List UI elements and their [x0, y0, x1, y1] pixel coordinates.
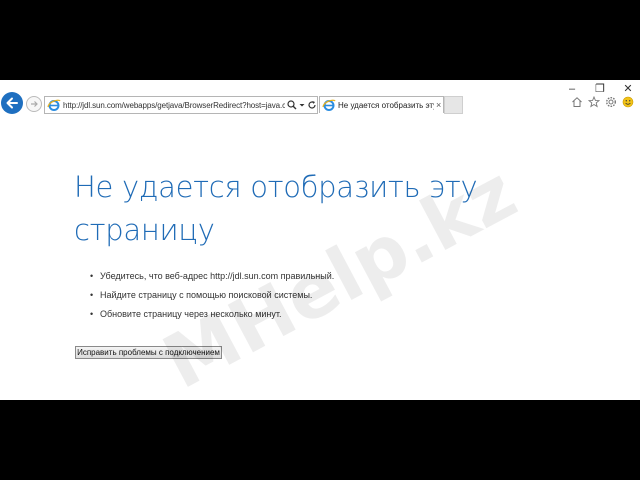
url-text: http://jdl.sun.com/webapps/getjava/Brows…	[63, 100, 285, 110]
new-tab-button[interactable]	[444, 96, 463, 114]
suggestion-item: Убедитесь, что веб-адрес http://jdl.sun.…	[90, 270, 334, 289]
minimize-button[interactable]: –	[566, 83, 578, 95]
settings-gear-icon[interactable]	[605, 96, 617, 108]
suggestion-list: Убедитесь, что веб-адрес http://jdl.sun.…	[90, 270, 334, 327]
browser-window: – ❐ ✕ http://jdl.sun.com/webapps/getjava…	[0, 80, 640, 400]
dropdown-icon[interactable]	[299, 100, 305, 110]
suggestion-item: Найдите страницу с помощью поисковой сис…	[90, 289, 334, 308]
page-title-line-2: страницу	[74, 213, 215, 247]
forward-arrow-icon	[31, 101, 38, 107]
navigation-bar: http://jdl.sun.com/webapps/getjava/Brows…	[0, 92, 640, 116]
page-title: Не удается отобразить эту страницу	[74, 166, 574, 252]
address-bar[interactable]: http://jdl.sun.com/webapps/getjava/Brows…	[44, 96, 318, 114]
refresh-icon[interactable]	[307, 100, 317, 110]
toolbar-icons	[571, 96, 634, 108]
ie-page-icon	[47, 99, 61, 111]
fix-connection-button[interactable]: Исправить проблемы с подключением	[75, 346, 222, 359]
tab-title: Не удается отобразить эту...	[338, 100, 434, 110]
tab-ie-icon	[322, 99, 336, 111]
suggestion-item: Обновите страницу через несколько минут.	[90, 308, 334, 327]
forward-button[interactable]	[26, 96, 42, 112]
tab-close-button[interactable]: ×	[436, 100, 441, 110]
home-icon[interactable]	[571, 96, 583, 108]
back-button[interactable]	[1, 92, 23, 114]
favorites-star-icon[interactable]	[588, 96, 600, 108]
page-title-line-1: Не удается отобразить эту	[74, 170, 478, 204]
smiley-feedback-icon[interactable]	[622, 96, 634, 108]
search-icon[interactable]	[287, 100, 297, 110]
back-arrow-icon	[6, 97, 18, 109]
tab-active[interactable]: Не удается отобразить эту... ×	[319, 96, 444, 113]
